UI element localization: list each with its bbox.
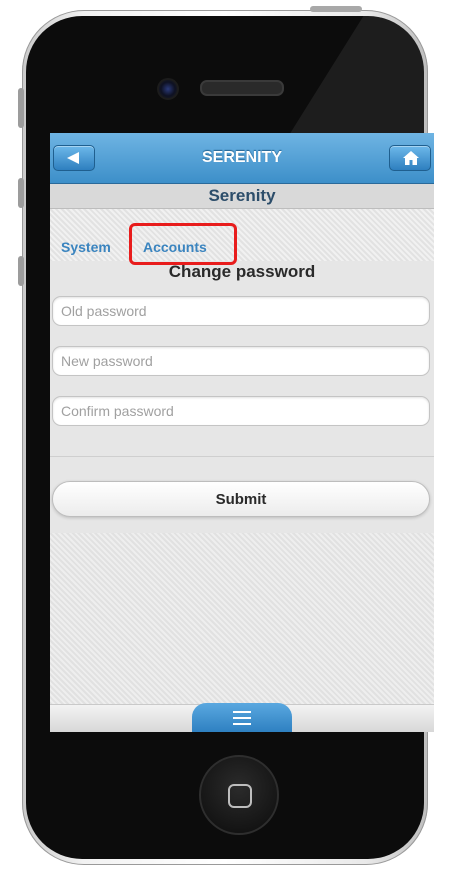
volume-down-button xyxy=(18,256,24,286)
subheader-title: Serenity xyxy=(208,186,276,205)
menu-icon xyxy=(233,711,251,725)
app-footer xyxy=(50,703,434,732)
accounts-highlight-box xyxy=(129,223,237,265)
tab-system[interactable]: System xyxy=(61,239,111,255)
front-camera xyxy=(157,78,179,100)
change-password-title: Change password xyxy=(168,262,316,281)
subheader-bar: Serenity xyxy=(50,184,434,209)
mute-switch xyxy=(18,88,24,128)
form-divider xyxy=(50,456,434,457)
earpiece-speaker xyxy=(200,80,284,96)
new-password-field[interactable] xyxy=(52,346,430,376)
home-icon xyxy=(403,151,419,165)
app-header: SERENITY xyxy=(50,133,434,184)
confirm-password-field[interactable] xyxy=(52,396,430,426)
home-button[interactable] xyxy=(389,145,431,171)
menu-button[interactable] xyxy=(192,703,292,732)
volume-up-button xyxy=(18,178,24,208)
hardware-home-button[interactable] xyxy=(199,755,279,835)
old-password-field[interactable] xyxy=(52,296,430,326)
app-screen: SERENITY Serenity System Accounts Change… xyxy=(50,133,434,732)
app-title: SERENITY xyxy=(201,149,282,166)
submit-button[interactable]: Submit xyxy=(52,481,430,517)
home-square-icon xyxy=(228,784,252,808)
content-background xyxy=(50,533,434,704)
power-button xyxy=(310,6,362,12)
